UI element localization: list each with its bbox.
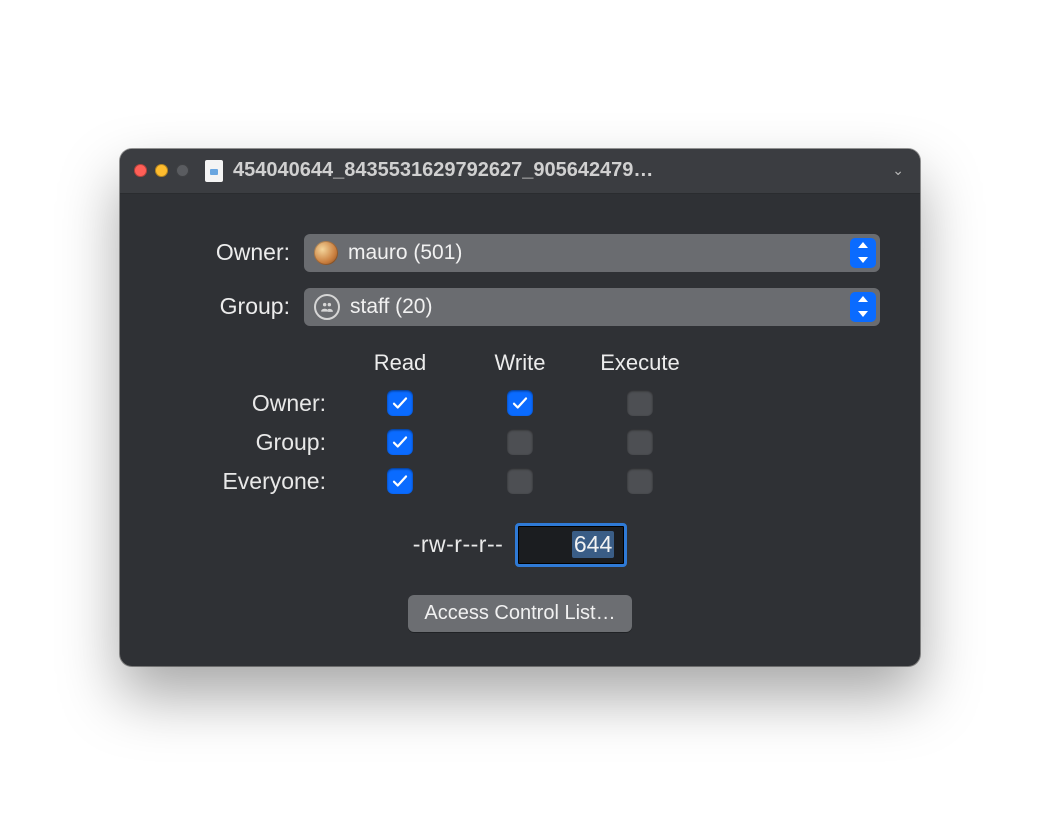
group-read-checkbox[interactable] — [387, 429, 413, 455]
group-value: staff (20) — [350, 295, 432, 319]
traffic-lights — [134, 164, 189, 177]
everyone-write-checkbox[interactable] — [507, 468, 533, 494]
permission-string: -rw-r--r-- — [413, 531, 504, 558]
col-execute: Execute — [600, 350, 680, 376]
owner-execute-checkbox[interactable] — [627, 390, 653, 416]
title-dropdown-icon[interactable]: ⌄ — [892, 162, 906, 179]
titlebar: 454040644_8435531629792627_905642479… ⌄ — [120, 149, 920, 194]
acl-button[interactable]: Access Control List… — [408, 595, 631, 632]
everyone-execute-checkbox[interactable] — [627, 468, 653, 494]
group-stepper-icon[interactable] — [850, 292, 876, 322]
owner-select[interactable]: mauro (501) — [304, 234, 880, 272]
owner-value: mauro (501) — [348, 241, 462, 265]
group-icon — [314, 294, 340, 320]
everyone-read-checkbox[interactable] — [387, 468, 413, 494]
window-title: 454040644_8435531629792627_905642479… — [233, 159, 882, 182]
owner-stepper-icon[interactable] — [850, 238, 876, 268]
document-icon — [205, 160, 223, 182]
zoom-button[interactable] — [176, 164, 189, 177]
row-group-label: Group: — [256, 429, 340, 456]
col-write: Write — [495, 350, 546, 376]
permission-octal-input[interactable]: 644 — [515, 523, 627, 567]
row-everyone-label: Everyone: — [222, 468, 340, 495]
permission-octal-value: 644 — [572, 531, 614, 558]
owner-label: Owner: — [160, 239, 304, 266]
owner-read-checkbox[interactable] — [387, 390, 413, 416]
group-write-checkbox[interactable] — [507, 429, 533, 455]
group-label: Group: — [160, 293, 304, 320]
owner-avatar-icon — [314, 241, 338, 265]
close-button[interactable] — [134, 164, 147, 177]
row-owner-label: Owner: — [252, 390, 340, 417]
permissions-window: 454040644_8435531629792627_905642479… ⌄ … — [120, 149, 920, 666]
group-execute-checkbox[interactable] — [627, 429, 653, 455]
minimize-button[interactable] — [155, 164, 168, 177]
owner-write-checkbox[interactable] — [507, 390, 533, 416]
col-read: Read — [374, 350, 427, 376]
group-select[interactable]: staff (20) — [304, 288, 880, 326]
